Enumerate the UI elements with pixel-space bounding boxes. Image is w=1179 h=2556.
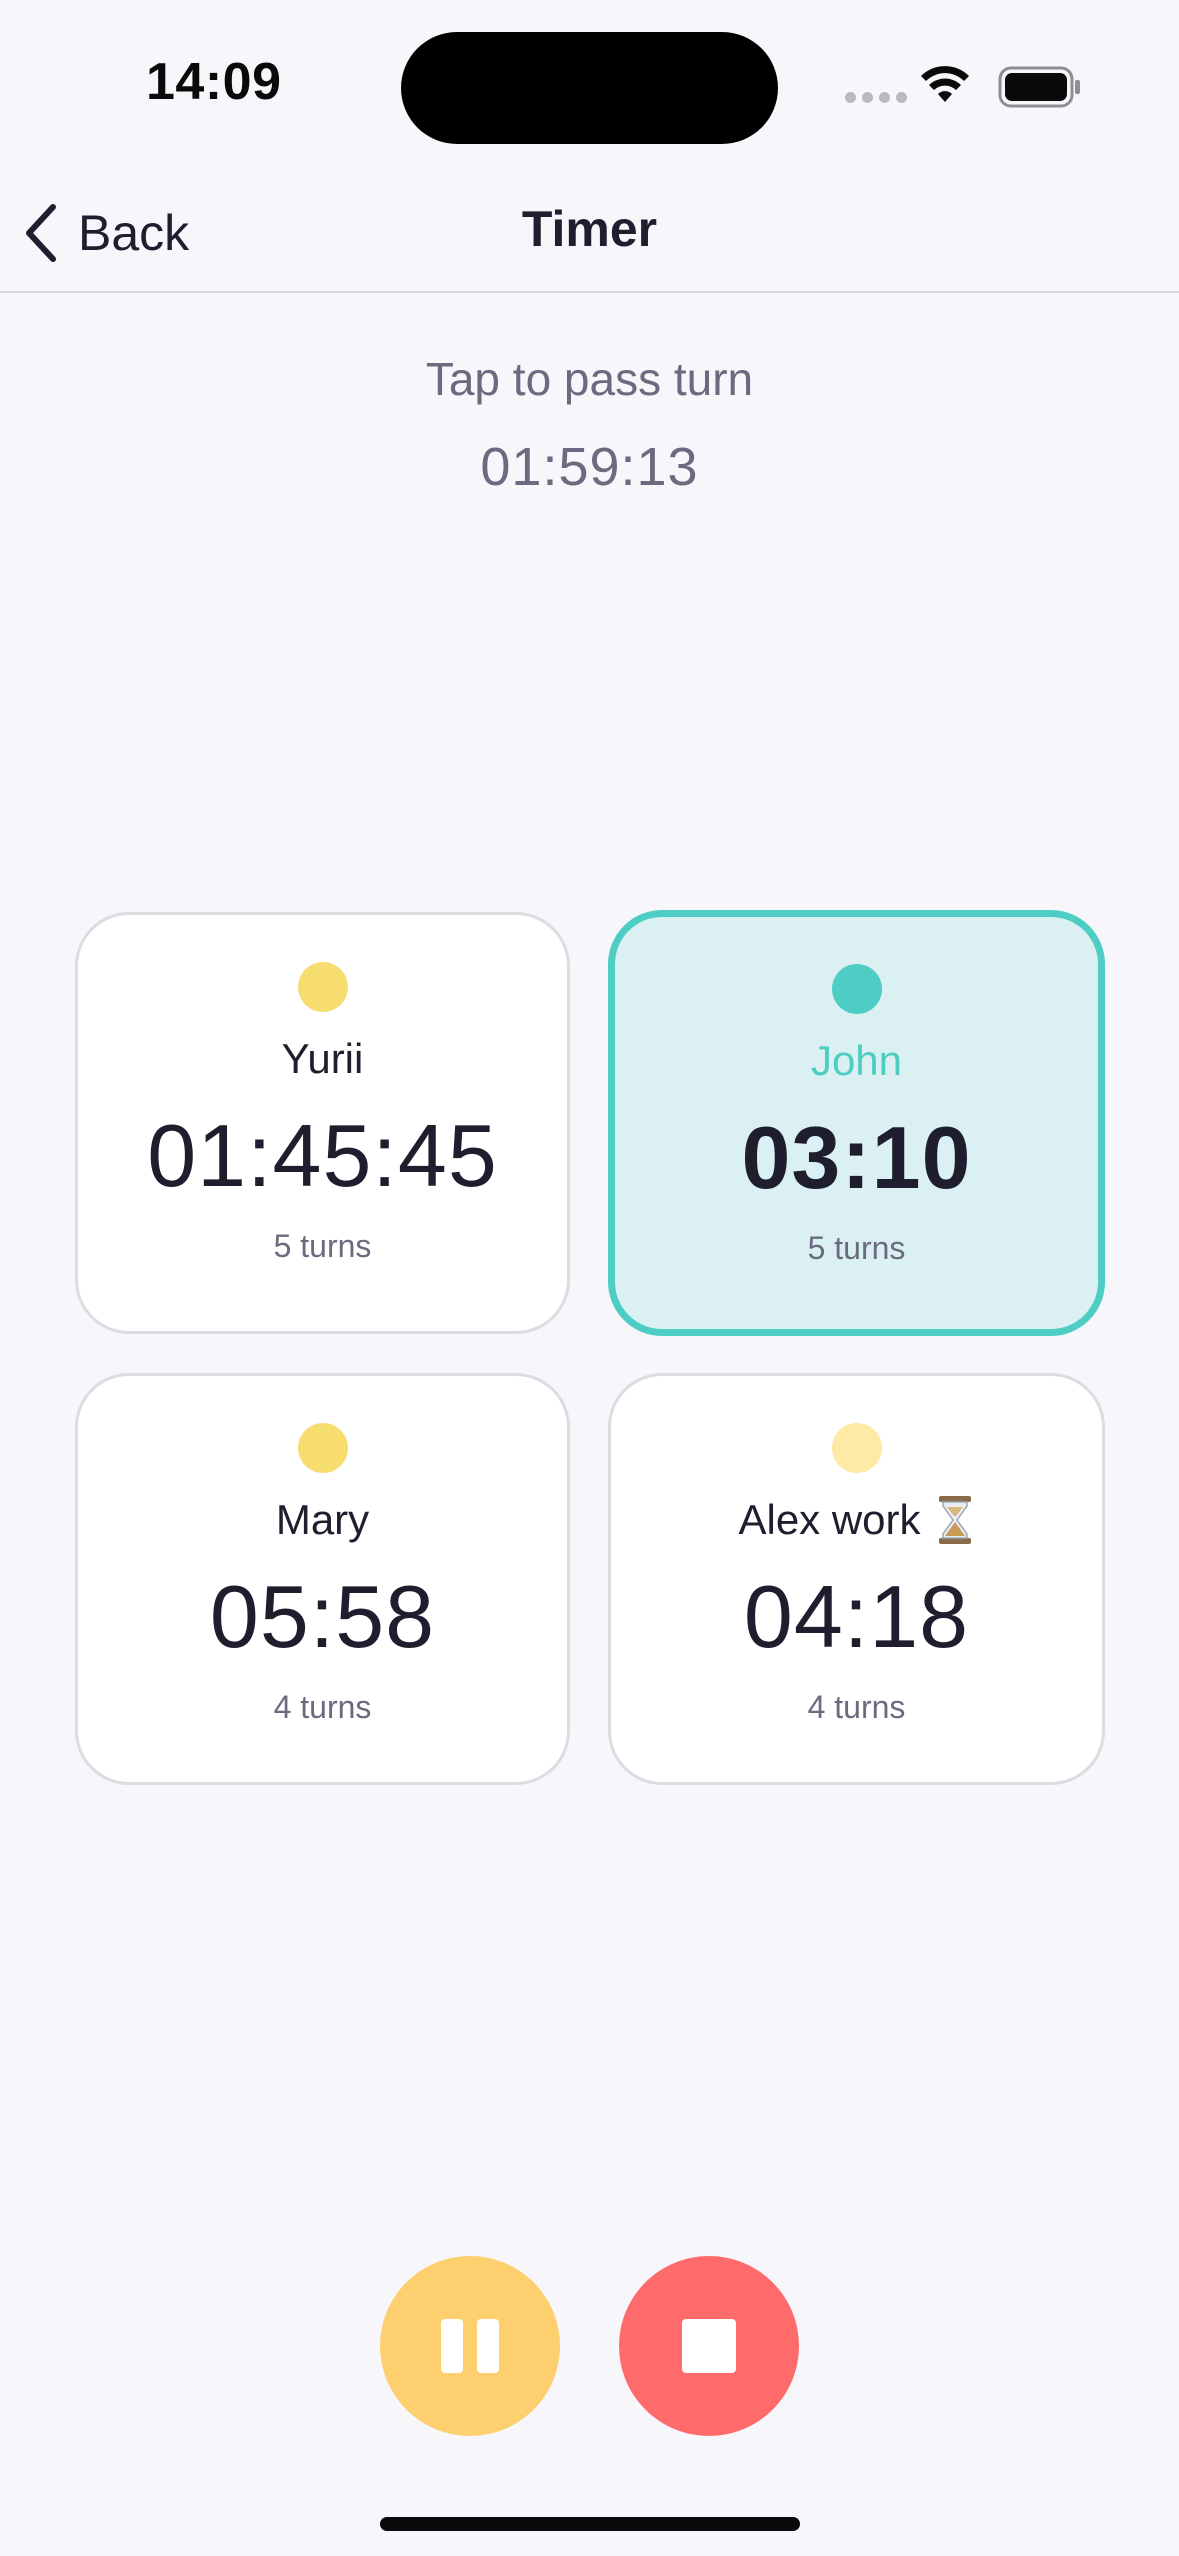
navigation-bar: Back Timer bbox=[0, 160, 1179, 293]
player-color-dot bbox=[297, 1423, 348, 1473]
pause-button[interactable] bbox=[380, 2256, 560, 2436]
pause-icon bbox=[441, 2319, 499, 2373]
player-time: 01:45:45 bbox=[147, 1106, 498, 1205]
total-time: 01:59:13 bbox=[480, 437, 699, 497]
battery-icon bbox=[998, 66, 1080, 108]
player-time: 03:10 bbox=[741, 1108, 972, 1207]
player-turns: 5 turns bbox=[273, 1228, 372, 1264]
cellular-signal-icon bbox=[845, 92, 907, 103]
player-card-yurii[interactable]: Yurii 01:45:45 5 turns bbox=[75, 912, 570, 1334]
player-color-dot bbox=[831, 1423, 882, 1473]
stop-button[interactable] bbox=[619, 2256, 799, 2436]
player-card-john[interactable]: John 03:10 5 turns bbox=[608, 910, 1105, 1336]
home-indicator[interactable] bbox=[380, 2517, 800, 2531]
wifi-icon bbox=[921, 66, 969, 102]
player-name: Yurii bbox=[281, 1035, 364, 1082]
player-name: Mary bbox=[275, 1496, 370, 1543]
pass-turn-hint: Tap to pass turn bbox=[425, 353, 754, 405]
player-name: Alex work bbox=[738, 1495, 974, 1545]
player-time: 04:18 bbox=[743, 1567, 970, 1666]
timer-screen: 14:09 Back Timer Tap to pass turn 01:59:… bbox=[0, 0, 1179, 2556]
page-title: Timer bbox=[521, 201, 658, 257]
player-color-dot bbox=[297, 962, 348, 1012]
stop-icon bbox=[682, 2319, 736, 2373]
player-card-alex-work[interactable]: Alex work 04:18 4 turns bbox=[608, 1373, 1105, 1785]
player-card-mary[interactable]: Mary 05:58 4 turns bbox=[75, 1373, 570, 1785]
player-color-dot bbox=[831, 964, 882, 1014]
hourglass-icon bbox=[938, 1496, 971, 1544]
status-time: 14:09 bbox=[146, 53, 282, 111]
player-name: John bbox=[810, 1037, 903, 1084]
player-turns: 5 turns bbox=[807, 1230, 906, 1266]
dynamic-island bbox=[401, 32, 778, 144]
player-time: 05:58 bbox=[209, 1567, 436, 1666]
player-turns: 4 turns bbox=[807, 1689, 906, 1725]
player-turns: 4 turns bbox=[273, 1689, 372, 1725]
